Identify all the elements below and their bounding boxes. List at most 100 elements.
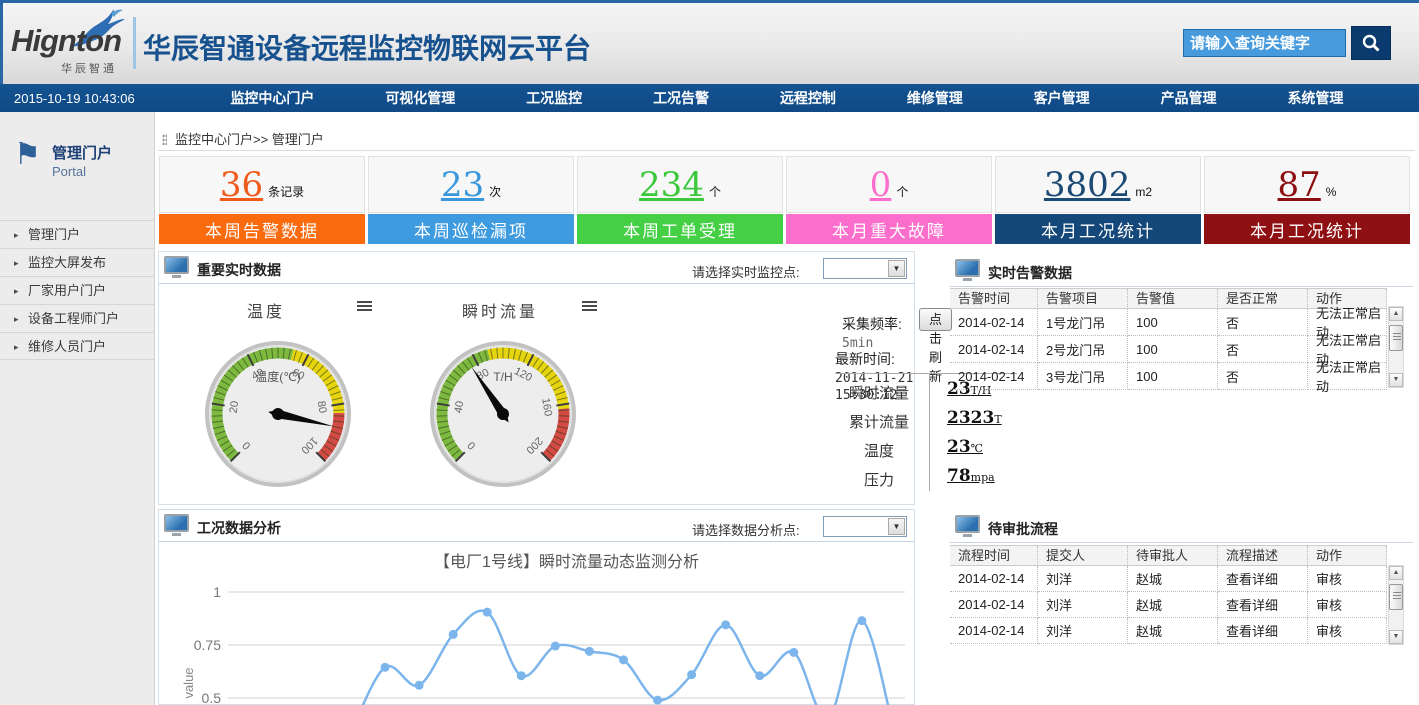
stat-card-label[interactable]: 本周巡检漏项 xyxy=(368,214,574,244)
portal-header[interactable]: ⚑ 管理门户 Portal xyxy=(0,140,155,202)
realtime-section-header: 重要实时数据 请选择实时监控点: ▼ xyxy=(159,252,914,284)
svg-text:T/H: T/H xyxy=(493,370,512,384)
stat-card-value-box: 23次 xyxy=(368,156,574,213)
monitor-icon xyxy=(955,259,980,277)
scroll-up-icon[interactable]: ▲ xyxy=(1389,307,1403,321)
search-icon xyxy=(1361,33,1381,53)
table-cell: 100 xyxy=(1128,363,1218,390)
sidebar-item-1[interactable]: ▸管理门户 xyxy=(0,220,155,248)
table-cell: 审核 xyxy=(1308,592,1387,618)
approval-table-scrollbar[interactable]: ▲▼ xyxy=(1388,565,1404,645)
column-header: 流程时间 xyxy=(950,546,1038,566)
nav-item-2[interactable]: 可视化管理 xyxy=(385,88,455,108)
nav-items: 监控中心门户 可视化管理 工况监控 工况告警 远程控制 维修管理 客户管理 产品管理 系统管理 xyxy=(195,88,1419,108)
stat-card-value: 0 xyxy=(870,168,892,202)
chart-context-menu-icon[interactable] xyxy=(582,301,597,313)
app-title: 华辰智通设备远程监控物联网云平台 xyxy=(143,27,591,67)
sidebar-arrow-icon: ▸ xyxy=(14,305,19,333)
alarm-section-title: 实时告警数据 xyxy=(988,263,1072,283)
gauge-title-flow: 瞬时流量 xyxy=(462,298,538,322)
stat-card-unit: 个 xyxy=(709,183,721,200)
flow-gauge: 04080120160200T/H xyxy=(427,338,579,490)
nav-item-8[interactable]: 产品管理 xyxy=(1161,88,1217,108)
value-number: 2323T xyxy=(947,408,1002,428)
alarm-table-scrollbar[interactable]: ▲▼ xyxy=(1388,306,1404,388)
search-input[interactable] xyxy=(1183,29,1346,57)
sidebar-menu: ▸管理门户▸监控大屏发布▸厂家用户门户▸设备工程师门户▸维修人员门户 xyxy=(0,220,155,360)
nav-item-9[interactable]: 系统管理 xyxy=(1287,88,1343,108)
refresh-button[interactable]: 点击刷新 xyxy=(919,308,952,331)
realtime-point-select[interactable]: ▼ xyxy=(823,258,907,279)
stat-card-unit: 个 xyxy=(896,183,908,200)
table-cell: 2014-02-14 xyxy=(950,336,1038,363)
portal-flag-icon: ⚑ xyxy=(14,140,41,170)
stat-card-label[interactable]: 本月工况统计 xyxy=(995,214,1201,244)
column-header: 告警项目 xyxy=(1038,289,1128,309)
sidebar-item-4[interactable]: ▸设备工程师门户 xyxy=(0,304,155,332)
stat-card-3: 234个本周工单受理 xyxy=(577,156,783,244)
column-header: 告警值 xyxy=(1128,289,1218,309)
scroll-up-icon[interactable]: ▲ xyxy=(1389,566,1403,580)
table-cell: 1号龙门吊 xyxy=(1038,309,1128,336)
stat-card-4: 0个本月重大故障 xyxy=(786,156,992,244)
stat-card-unit: m2 xyxy=(1135,185,1152,199)
value-name: 瞬时流量 xyxy=(835,382,923,403)
nav-item-7[interactable]: 客户管理 xyxy=(1034,88,1090,108)
nav-datetime: 2015-10-19 10:43:06 xyxy=(0,91,195,106)
stat-card-unit: 次 xyxy=(489,183,501,200)
value-unit: mpa xyxy=(971,471,995,484)
portal-title: 管理门户 xyxy=(52,142,112,163)
svg-text:40: 40 xyxy=(453,400,467,414)
table-cell: 赵城 xyxy=(1128,592,1218,618)
realtime-value-row: 温度23℃ xyxy=(835,434,1017,463)
table-cell: 刘洋 xyxy=(1038,592,1128,618)
stat-card-label[interactable]: 本周告警数据 xyxy=(159,214,365,244)
sidebar-item-2[interactable]: ▸监控大屏发布 xyxy=(0,248,155,276)
analysis-select-label: 请选择数据分析点: xyxy=(692,520,800,539)
stat-card-label[interactable]: 本周工单受理 xyxy=(577,214,783,244)
scroll-thumb[interactable] xyxy=(1389,584,1403,610)
chart-context-menu-icon[interactable] xyxy=(357,301,372,313)
portal-subtitle: Portal xyxy=(52,164,86,179)
svg-text:value: value xyxy=(181,667,196,698)
scroll-down-icon[interactable]: ▼ xyxy=(1389,373,1403,387)
scroll-thumb[interactable] xyxy=(1389,325,1403,351)
column-header: 提交人 xyxy=(1038,546,1128,566)
breadcrumb-dots-icon xyxy=(162,134,167,145)
column-header: 是否正常 xyxy=(1218,289,1308,309)
analysis-section-header: 工况数据分析 请选择数据分析点: ▼ xyxy=(159,510,914,542)
stat-card-label[interactable]: 本月重大故障 xyxy=(786,214,992,244)
nav-item-3[interactable]: 工况监控 xyxy=(526,88,582,108)
table-cell: 赵城 xyxy=(1128,566,1218,592)
nav-item-5[interactable]: 远程控制 xyxy=(780,88,836,108)
approval-table: 流程时间提交人待审批人流程描述动作2014-02-14刘洋赵城查看详细审核201… xyxy=(950,545,1387,644)
stat-card-1: 36条记录本周告警数据 xyxy=(159,156,365,244)
section-divider xyxy=(950,286,1413,287)
table-cell: 查看详细 xyxy=(1218,592,1308,618)
select-arrow-icon[interactable]: ▼ xyxy=(888,518,905,535)
sidebar-arrow-icon: ▸ xyxy=(14,277,19,305)
search-button[interactable] xyxy=(1351,26,1391,60)
nav-item-1[interactable]: 监控中心门户 xyxy=(230,88,314,108)
value-unit: ℃ xyxy=(971,442,983,455)
scroll-down-icon[interactable]: ▼ xyxy=(1389,630,1403,644)
page: Hignton 华辰智通 华辰智通设备远程监控物联网云平台 2015-10-19… xyxy=(0,0,1419,705)
approval-section-header: 待审批流程 xyxy=(950,511,1413,543)
stat-card-unit: % xyxy=(1326,185,1337,199)
select-arrow-icon[interactable]: ▼ xyxy=(888,260,905,277)
sidebar-item-5[interactable]: ▸维修人员门户 xyxy=(0,332,155,360)
realtime-section: 重要实时数据 请选择实时监控点: ▼ 温度 瞬时流量 020406080100温… xyxy=(158,251,915,505)
nav-item-4[interactable]: 工况告警 xyxy=(653,88,709,108)
sidebar-item-3[interactable]: ▸厂家用户门户 xyxy=(0,276,155,304)
sidebar-arrow-icon: ▸ xyxy=(14,249,19,277)
svg-text:0.75: 0.75 xyxy=(194,637,221,653)
logo-subtitle: 华辰智通 xyxy=(61,60,117,76)
stat-card-label[interactable]: 本月工况统计 xyxy=(1204,214,1410,244)
value-name: 温度 xyxy=(835,440,923,461)
breadcrumb: 监控中心门户>> 管理门户 xyxy=(162,129,324,148)
analysis-point-select[interactable]: ▼ xyxy=(823,516,907,537)
table-row: 2014-02-143号龙门吊100否无法正常启动 xyxy=(950,363,1387,390)
stat-card-5: 3802m2本月工况统计 xyxy=(995,156,1201,244)
monitor-icon xyxy=(955,515,980,533)
nav-item-6[interactable]: 维修管理 xyxy=(907,88,963,108)
